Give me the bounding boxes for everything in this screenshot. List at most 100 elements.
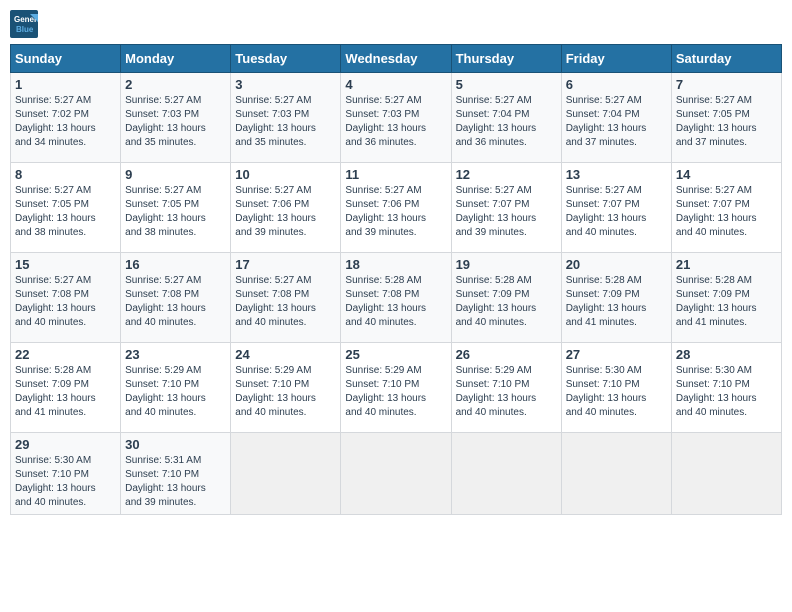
calendar-cell-17: 17 Sunrise: 5:27 AM Sunset: 7:08 PM Dayli… <box>231 253 341 343</box>
header-row: SundayMondayTuesdayWednesdayThursdayFrid… <box>11 45 782 73</box>
calendar-cell-3: 3 Sunrise: 5:27 AM Sunset: 7:03 PM Daylig… <box>231 73 341 163</box>
day-number: 16 <box>125 257 226 272</box>
day-number: 9 <box>125 167 226 182</box>
calendar-header: SundayMondayTuesdayWednesdayThursdayFrid… <box>11 45 782 73</box>
calendar-week-5: 29 Sunrise: 5:30 AM Sunset: 7:10 PM Dayli… <box>11 433 782 515</box>
logo: General Blue <box>10 10 42 38</box>
day-info: Sunrise: 5:27 AM Sunset: 7:08 PM Dayligh… <box>125 274 226 330</box>
calendar-table: SundayMondayTuesdayWednesdayThursdayFrid… <box>10 44 782 515</box>
day-number: 30 <box>125 437 226 452</box>
calendar-cell-5: 5 Sunrise: 5:27 AM Sunset: 7:04 PM Daylig… <box>451 73 561 163</box>
calendar-cell-empty <box>231 433 341 515</box>
calendar-cell-9: 9 Sunrise: 5:27 AM Sunset: 7:05 PM Daylig… <box>121 163 231 253</box>
calendar-cell-7: 7 Sunrise: 5:27 AM Sunset: 7:05 PM Daylig… <box>671 73 781 163</box>
day-info: Sunrise: 5:28 AM Sunset: 7:09 PM Dayligh… <box>676 274 777 330</box>
header: General Blue <box>10 10 782 38</box>
calendar-cell-25: 25 Sunrise: 5:29 AM Sunset: 7:10 PM Dayli… <box>341 343 451 433</box>
day-number: 26 <box>456 347 557 362</box>
calendar-cell-1: 1Sunrise: 5:27 AM Sunset: 7:02 PM Daylig… <box>11 73 121 163</box>
calendar-cell-8: 8 Sunrise: 5:27 AM Sunset: 7:05 PM Daylig… <box>11 163 121 253</box>
day-info: Sunrise: 5:27 AM Sunset: 7:07 PM Dayligh… <box>676 184 777 240</box>
day-info: Sunrise: 5:27 AM Sunset: 7:07 PM Dayligh… <box>456 184 557 240</box>
day-info: Sunrise: 5:29 AM Sunset: 7:10 PM Dayligh… <box>345 364 446 420</box>
calendar-cell-29: 29 Sunrise: 5:30 AM Sunset: 7:10 PM Dayli… <box>11 433 121 515</box>
day-number: 10 <box>235 167 336 182</box>
day-info: Sunrise: 5:27 AM Sunset: 7:08 PM Dayligh… <box>15 274 116 330</box>
day-number: 18 <box>345 257 446 272</box>
day-number: 17 <box>235 257 336 272</box>
calendar-cell-30: 30 Sunrise: 5:31 AM Sunset: 7:10 PM Dayli… <box>121 433 231 515</box>
calendar-cell-empty <box>561 433 671 515</box>
day-info: Sunrise: 5:27 AM Sunset: 7:05 PM Dayligh… <box>676 94 777 150</box>
day-info: Sunrise: 5:30 AM Sunset: 7:10 PM Dayligh… <box>676 364 777 420</box>
day-info: Sunrise: 5:27 AM Sunset: 7:04 PM Dayligh… <box>456 94 557 150</box>
calendar-cell-22: 22Sunrise: 5:28 AM Sunset: 7:09 PM Dayli… <box>11 343 121 433</box>
day-number: 12 <box>456 167 557 182</box>
calendar-cell-23: 23 Sunrise: 5:29 AM Sunset: 7:10 PM Dayli… <box>121 343 231 433</box>
calendar-cell-13: 13 Sunrise: 5:27 AM Sunset: 7:07 PM Dayli… <box>561 163 671 253</box>
day-number: 14 <box>676 167 777 182</box>
calendar-cell-26: 26 Sunrise: 5:29 AM Sunset: 7:10 PM Dayli… <box>451 343 561 433</box>
day-info: Sunrise: 5:29 AM Sunset: 7:10 PM Dayligh… <box>125 364 226 420</box>
day-number: 4 <box>345 77 446 92</box>
day-info: Sunrise: 5:28 AM Sunset: 7:09 PM Dayligh… <box>456 274 557 330</box>
calendar-cell-11: 11 Sunrise: 5:27 AM Sunset: 7:06 PM Dayli… <box>341 163 451 253</box>
calendar-cell-28: 28 Sunrise: 5:30 AM Sunset: 7:10 PM Dayli… <box>671 343 781 433</box>
calendar-cell-empty <box>671 433 781 515</box>
day-info: Sunrise: 5:27 AM Sunset: 7:02 PM Dayligh… <box>15 94 116 150</box>
day-number: 23 <box>125 347 226 362</box>
day-info: Sunrise: 5:27 AM Sunset: 7:03 PM Dayligh… <box>235 94 336 150</box>
calendar-cell-10: 10Sunrise: 5:27 AM Sunset: 7:06 PM Dayli… <box>231 163 341 253</box>
day-info: Sunrise: 5:27 AM Sunset: 7:03 PM Dayligh… <box>125 94 226 150</box>
calendar-cell-20: 20Sunrise: 5:28 AM Sunset: 7:09 PM Dayli… <box>561 253 671 343</box>
day-info: Sunrise: 5:30 AM Sunset: 7:10 PM Dayligh… <box>15 454 116 510</box>
calendar-cell-27: 27 Sunrise: 5:30 AM Sunset: 7:10 PM Dayli… <box>561 343 671 433</box>
day-info: Sunrise: 5:29 AM Sunset: 7:10 PM Dayligh… <box>235 364 336 420</box>
logo-icon: General Blue <box>10 10 38 38</box>
calendar-cell-19: 19Sunrise: 5:28 AM Sunset: 7:09 PM Dayli… <box>451 253 561 343</box>
day-info: Sunrise: 5:27 AM Sunset: 7:07 PM Dayligh… <box>566 184 667 240</box>
column-header-tuesday: Tuesday <box>231 45 341 73</box>
calendar-cell-18: 18 Sunrise: 5:28 AM Sunset: 7:08 PM Dayli… <box>341 253 451 343</box>
day-number: 27 <box>566 347 667 362</box>
day-number: 2 <box>125 77 226 92</box>
calendar-cell-21: 21Sunrise: 5:28 AM Sunset: 7:09 PM Dayli… <box>671 253 781 343</box>
calendar-cell-6: 6Sunrise: 5:27 AM Sunset: 7:04 PM Daylig… <box>561 73 671 163</box>
day-info: Sunrise: 5:27 AM Sunset: 7:06 PM Dayligh… <box>345 184 446 240</box>
column-header-thursday: Thursday <box>451 45 561 73</box>
day-number: 6 <box>566 77 667 92</box>
day-info: Sunrise: 5:30 AM Sunset: 7:10 PM Dayligh… <box>566 364 667 420</box>
day-number: 15 <box>15 257 116 272</box>
day-info: Sunrise: 5:31 AM Sunset: 7:10 PM Dayligh… <box>125 454 226 510</box>
day-info: Sunrise: 5:29 AM Sunset: 7:10 PM Dayligh… <box>456 364 557 420</box>
column-header-saturday: Saturday <box>671 45 781 73</box>
day-number: 8 <box>15 167 116 182</box>
day-number: 28 <box>676 347 777 362</box>
day-number: 11 <box>345 167 446 182</box>
calendar-cell-14: 14 Sunrise: 5:27 AM Sunset: 7:07 PM Dayli… <box>671 163 781 253</box>
calendar-week-3: 15 Sunrise: 5:27 AM Sunset: 7:08 PM Dayli… <box>11 253 782 343</box>
day-info: Sunrise: 5:27 AM Sunset: 7:05 PM Dayligh… <box>125 184 226 240</box>
day-info: Sunrise: 5:28 AM Sunset: 7:09 PM Dayligh… <box>15 364 116 420</box>
day-info: Sunrise: 5:27 AM Sunset: 7:05 PM Dayligh… <box>15 184 116 240</box>
calendar-cell-4: 4Sunrise: 5:27 AM Sunset: 7:03 PM Daylig… <box>341 73 451 163</box>
day-info: Sunrise: 5:28 AM Sunset: 7:09 PM Dayligh… <box>566 274 667 330</box>
calendar-cell-12: 12 Sunrise: 5:27 AM Sunset: 7:07 PM Dayli… <box>451 163 561 253</box>
day-number: 13 <box>566 167 667 182</box>
day-number: 5 <box>456 77 557 92</box>
calendar-cell-empty <box>341 433 451 515</box>
day-number: 29 <box>15 437 116 452</box>
calendar-week-2: 8 Sunrise: 5:27 AM Sunset: 7:05 PM Daylig… <box>11 163 782 253</box>
calendar-cell-empty <box>451 433 561 515</box>
day-info: Sunrise: 5:27 AM Sunset: 7:08 PM Dayligh… <box>235 274 336 330</box>
day-number: 24 <box>235 347 336 362</box>
calendar-cell-2: 2 Sunrise: 5:27 AM Sunset: 7:03 PM Daylig… <box>121 73 231 163</box>
day-number: 3 <box>235 77 336 92</box>
calendar-cell-16: 16 Sunrise: 5:27 AM Sunset: 7:08 PM Dayli… <box>121 253 231 343</box>
calendar-week-1: 1Sunrise: 5:27 AM Sunset: 7:02 PM Daylig… <box>11 73 782 163</box>
column-header-friday: Friday <box>561 45 671 73</box>
day-number: 7 <box>676 77 777 92</box>
day-number: 25 <box>345 347 446 362</box>
day-info: Sunrise: 5:28 AM Sunset: 7:08 PM Dayligh… <box>345 274 446 330</box>
calendar-week-4: 22Sunrise: 5:28 AM Sunset: 7:09 PM Dayli… <box>11 343 782 433</box>
